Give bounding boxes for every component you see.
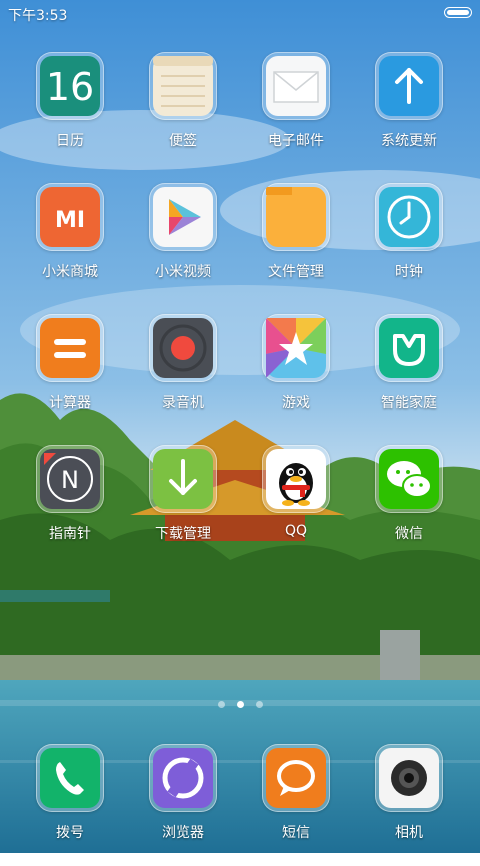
app-games[interactable]: 游戏: [240, 314, 352, 436]
calendar-date: 16: [46, 65, 94, 109]
app-label: 电子邮件: [268, 133, 324, 149]
app-label: 录音机: [162, 395, 204, 411]
games-icon: [262, 314, 330, 382]
app-label: 计算器: [49, 395, 91, 411]
app-label: 拨号: [56, 825, 84, 841]
app-email[interactable]: 电子邮件: [240, 52, 352, 174]
smart-home-icon: [375, 314, 443, 382]
app-system-update[interactable]: 系统更新: [353, 52, 465, 174]
compass-icon: N: [36, 445, 104, 513]
messages-icon: [262, 744, 330, 812]
page-dot[interactable]: [255, 701, 263, 708]
app-clock[interactable]: 时钟: [353, 183, 465, 305]
app-label: QQ: [284, 523, 308, 539]
app-notes[interactable]: 便签: [127, 52, 239, 174]
app-calendar[interactable]: 16 日历: [14, 52, 126, 174]
mi-logo-text: MI: [55, 208, 85, 233]
app-label: 游戏: [282, 395, 310, 411]
calendar-icon: 16: [36, 52, 104, 120]
qq-icon: [262, 445, 330, 513]
app-label: 微信: [395, 526, 423, 542]
mi-store-icon: MI: [36, 183, 104, 251]
page-dot[interactable]: [217, 701, 225, 708]
app-label: 小米视频: [155, 264, 211, 280]
app-label: 便签: [169, 133, 197, 149]
app-calculator[interactable]: 计算器: [14, 314, 126, 436]
download-icon: [149, 445, 217, 513]
app-label: 文件管理: [268, 264, 324, 280]
app-label: 指南针: [49, 526, 91, 542]
recorder-icon: [149, 314, 217, 382]
app-label: 日历: [56, 133, 84, 149]
app-qq[interactable]: QQ: [240, 445, 352, 567]
status-bar: 下午3:53: [0, 0, 480, 28]
dock-messages[interactable]: 短信: [240, 744, 352, 866]
app-file-manager[interactable]: 文件管理: [240, 183, 352, 305]
clock-icon: [375, 183, 443, 251]
folder-icon: [262, 183, 330, 251]
page-dot-active[interactable]: [236, 701, 244, 708]
app-mi-store[interactable]: MI 小米商城: [14, 183, 126, 305]
app-wechat[interactable]: 微信: [353, 445, 465, 567]
dock-camera[interactable]: 相机: [353, 744, 465, 866]
camera-icon: [375, 744, 443, 812]
calculator-icon: [36, 314, 104, 382]
app-mi-video[interactable]: 小米视频: [127, 183, 239, 305]
app-label: 智能家庭: [381, 395, 437, 411]
page-indicator: [0, 701, 480, 713]
app-label: 浏览器: [162, 825, 204, 841]
dock-phone[interactable]: 拨号: [14, 744, 126, 866]
app-compass[interactable]: N 指南针: [14, 445, 126, 567]
compass-letter: N: [61, 466, 79, 494]
wechat-icon: [375, 445, 443, 513]
app-smart-home[interactable]: 智能家庭: [353, 314, 465, 436]
dock-browser[interactable]: 浏览器: [127, 744, 239, 866]
battery-icon: [444, 7, 472, 18]
update-icon: [375, 52, 443, 120]
phone-icon: [36, 744, 104, 812]
email-icon: [262, 52, 330, 120]
app-download-manager[interactable]: 下载管理: [127, 445, 239, 567]
app-label: 时钟: [395, 264, 423, 280]
app-label: 小米商城: [42, 264, 98, 280]
status-time: 下午3:53: [8, 8, 68, 24]
app-label: 下载管理: [155, 526, 211, 542]
browser-icon: [149, 744, 217, 812]
app-label: 短信: [282, 825, 310, 841]
app-label: 相机: [395, 825, 423, 841]
app-recorder[interactable]: 录音机: [127, 314, 239, 436]
mi-video-icon: [149, 183, 217, 251]
notes-icon: [149, 52, 217, 120]
app-label: 系统更新: [381, 133, 437, 149]
